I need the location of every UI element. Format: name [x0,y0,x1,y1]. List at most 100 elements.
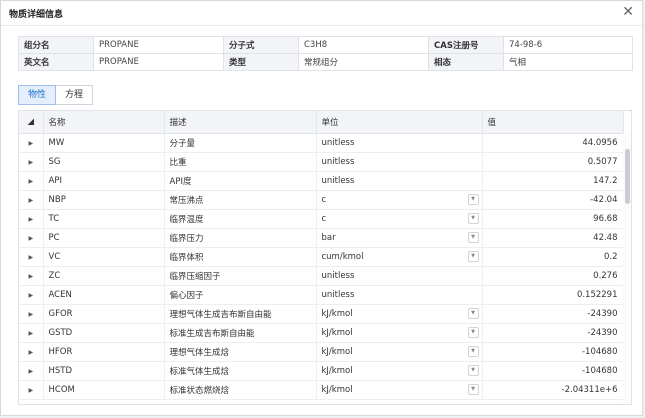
table-row[interactable]: ▶ API API度 unitless 147.2 [19,171,624,191]
cell-value[interactable]: 0.276 [482,266,624,286]
info-label: 类型 [223,53,299,71]
cell-name: VC [43,247,165,267]
chevron-down-icon[interactable]: ▼ [467,232,479,243]
cell-name: NBP [43,190,165,210]
expand-arrow-icon[interactable]: ▶ [19,190,44,210]
info-label: 英文名 [18,53,94,71]
table-row[interactable]: ▶ HCOM 标准状态燃烧焓 kJ/kmol ▼ -2.04311e+6 [19,380,624,400]
unit-select[interactable]: kJ/kmol ▼ [316,361,483,381]
cell-desc: 标准状态燃烧焓 [164,380,317,400]
chevron-down-icon[interactable]: ▼ [467,251,479,262]
cell-value[interactable]: 147.2 [482,171,624,191]
cell-unit: unitless [316,152,483,172]
unit-select[interactable]: kJ/kmol ▼ [316,323,483,343]
cell-value[interactable]: -104680 [482,361,624,381]
table-row[interactable]: ▶ GFOR 理想气体生成吉布斯自由能 kJ/kmol ▼ -24390 [19,304,624,324]
unit-select[interactable]: c ▼ [316,190,483,210]
cell-name: GFOR [43,304,165,324]
cell-value[interactable]: 0.5077 [482,152,624,172]
cell-value[interactable]: -24390 [482,304,624,324]
cell-value[interactable]: 0.152291 [482,285,624,305]
cell-value[interactable]: -2.04311e+6 [482,380,624,400]
table-row[interactable]: ▶ ZC 临界压缩因子 unitless 0.276 [19,266,624,286]
table-row[interactable]: ▶ SG 比重 unitless 0.5077 [19,152,624,172]
cell-name: GSTD [43,323,165,343]
expand-arrow-icon[interactable]: ▶ [19,171,44,191]
properties-grid: ◢ 名称 描述 单位 值 ▶ MW 分子量 unitless 44.0956 ▶ SG 比重 u… [18,110,632,405]
col-header-name[interactable]: 名称 [43,111,165,134]
table-row[interactable]: ▶ VC 临界体积 cum/kmol ▼ 0.2 [19,247,624,267]
grid-header-row: ◢ 名称 描述 单位 值 [19,111,624,134]
unit-label: c [321,214,327,224]
expand-arrow-icon[interactable]: ▶ [19,266,44,286]
chevron-down-icon[interactable]: ▼ [467,365,479,376]
expand-arrow-icon[interactable]: ▶ [19,342,44,362]
unit-label: unitless [321,176,355,186]
close-icon[interactable]: ✕ [622,4,634,20]
table-row[interactable]: ▶ GSTD 标准生成吉布斯自由能 kJ/kmol ▼ -24390 [19,323,624,343]
expand-arrow-icon[interactable]: ▶ [19,209,44,229]
info-value: PROPANE [93,36,224,54]
table-row[interactable]: ▶ HFOR 理想气体生成焓 kJ/kmol ▼ -104680 [19,342,624,362]
cell-value[interactable]: -42.04 [482,190,624,210]
cell-desc: 比重 [164,152,317,172]
cell-name: ACEN [43,285,165,305]
expand-arrow-icon[interactable]: ▶ [19,361,44,381]
table-row[interactable]: ▶ HSTD 标准气体生成焓 kJ/kmol ▼ -104680 [19,361,624,381]
cell-desc: 临界温度 [164,209,317,229]
tab-bar: 物性 方程 [18,85,94,105]
chevron-down-icon[interactable]: ▼ [467,213,479,224]
cell-value[interactable]: 0.2 [482,247,624,267]
info-value: 气相 [503,53,633,71]
expand-arrow-icon[interactable]: ▶ [19,323,44,343]
unit-select[interactable]: cum/kmol ▼ [316,247,483,267]
chevron-down-icon[interactable]: ▼ [467,327,479,338]
cell-name: HSTD [43,361,165,381]
unit-select[interactable]: bar ▼ [316,228,483,248]
cell-value[interactable]: 42.48 [482,228,624,248]
cell-name: MW [43,133,165,153]
chevron-down-icon[interactable]: ▼ [467,384,479,395]
cell-desc: 标准生成吉布斯自由能 [164,323,317,343]
cell-desc: 临界体积 [164,247,317,267]
expand-arrow-icon[interactable]: ▶ [19,380,44,400]
expand-arrow-icon[interactable]: ▶ [19,152,44,172]
chevron-down-icon[interactable]: ▼ [467,194,479,205]
table-row[interactable]: ▶ ACEN 偏心因子 unitless 0.152291 [19,285,624,305]
table-row[interactable]: ▶ TC 临界温度 c ▼ 96.68 [19,209,624,229]
unit-select[interactable]: kJ/kmol ▼ [316,380,483,400]
expand-arrow-icon[interactable]: ▶ [19,285,44,305]
dialog-title: 物质详细信息 [9,10,64,20]
cell-desc: 理想气体生成焓 [164,342,317,362]
unit-select[interactable]: kJ/kmol ▼ [316,304,483,324]
tab-equations[interactable]: 方程 [56,85,94,105]
unit-label: c [321,195,327,205]
table-row[interactable]: ▶ MW 分子量 unitless 44.0956 [19,133,624,153]
cell-value[interactable]: 44.0956 [482,133,624,153]
col-header-value[interactable]: 值 [482,111,624,134]
cell-unit: unitless [316,266,483,286]
info-label: CAS注册号 [428,36,504,54]
cell-desc: 分子量 [164,133,317,153]
tab-properties[interactable]: 物性 [18,85,57,105]
table-row[interactable]: ▶ PC 临界压力 bar ▼ 42.48 [19,228,624,248]
chevron-down-icon[interactable]: ▼ [467,308,479,319]
unit-select[interactable]: c ▼ [316,209,483,229]
unit-select[interactable]: kJ/kmol ▼ [316,342,483,362]
cell-value[interactable]: 96.68 [482,209,624,229]
cell-value[interactable]: -24390 [482,323,624,343]
table-row[interactable]: ▶ NBP 常压沸点 c ▼ -42.04 [19,190,624,210]
cell-value[interactable]: -104680 [482,342,624,362]
cell-name: ZC [43,266,165,286]
expand-arrow-icon[interactable]: ▶ [19,247,44,267]
scrollbar-thumb[interactable] [625,149,630,204]
expand-arrow-icon[interactable]: ▶ [19,304,44,324]
expand-arrow-icon[interactable]: ▶ [19,228,44,248]
cell-desc: 临界压缩因子 [164,266,317,286]
col-header-desc[interactable]: 描述 [164,111,317,134]
expand-arrow-icon[interactable]: ▶ [19,133,44,153]
unit-label: bar [321,233,336,243]
col-header-unit[interactable]: 单位 [316,111,483,134]
unit-label: kJ/kmol [321,328,353,338]
chevron-down-icon[interactable]: ▼ [467,346,479,357]
